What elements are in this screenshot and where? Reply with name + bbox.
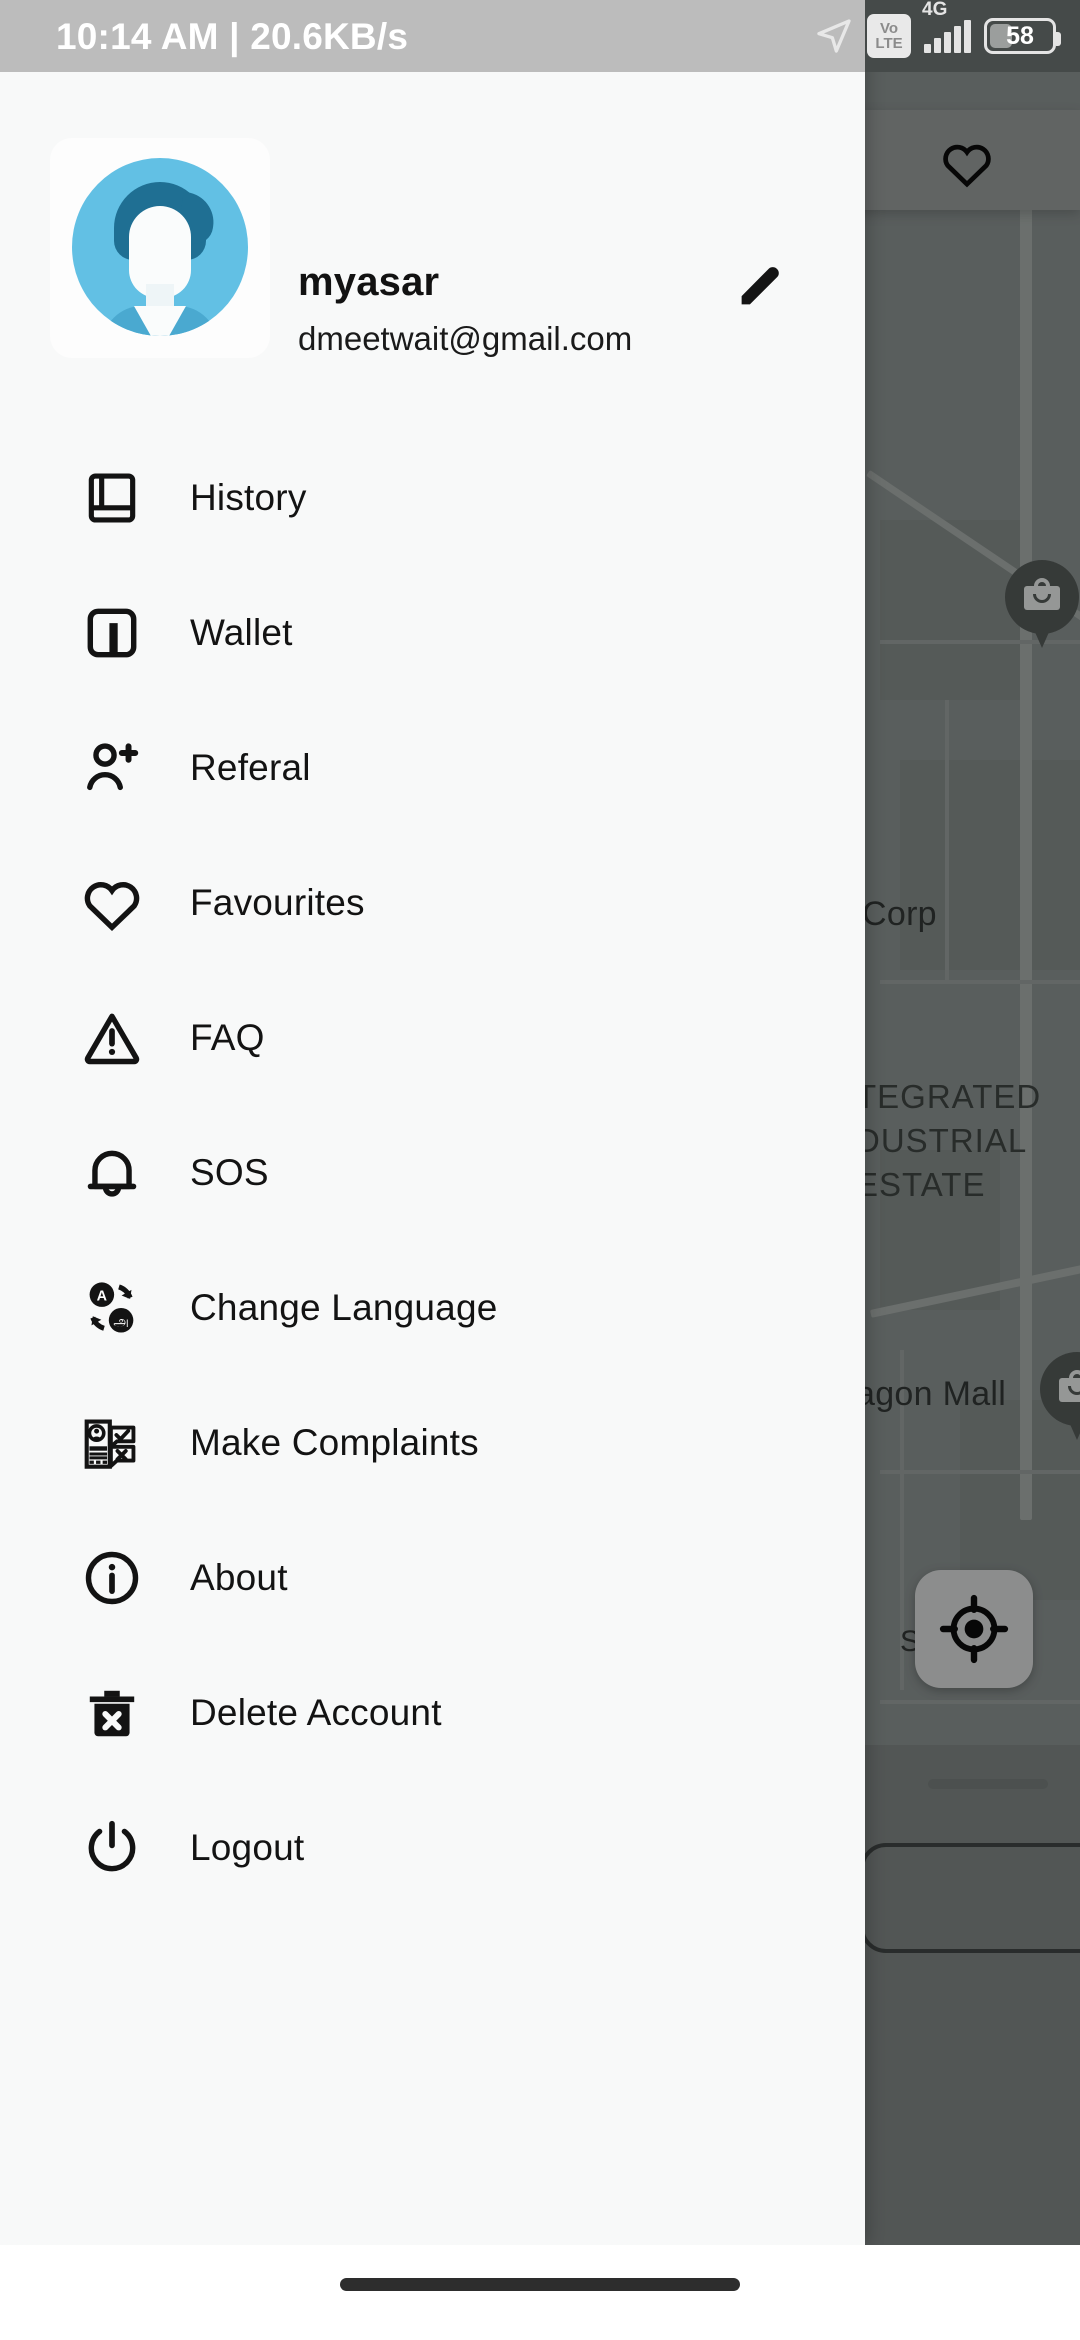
menu-label: FAQ [190, 1016, 265, 1058]
svg-text:அ: அ [113, 1313, 128, 1329]
menu-label: Logout [190, 1826, 305, 1868]
menu-label: SOS [190, 1151, 269, 1193]
profile-email: dmeetwait@gmail.com [298, 320, 633, 357]
battery-icon: 58 [984, 18, 1061, 54]
menu-item-change-language[interactable]: A அ Change Language [0, 1240, 865, 1375]
bell-icon [76, 1137, 148, 1209]
status-bar-icons: Vo LTE 4G 58 [814, 0, 1061, 72]
menu-label: Delete Account [190, 1691, 442, 1733]
battery-level-text: 58 [1006, 21, 1034, 50]
volte-top-text: Vo [879, 20, 899, 37]
menu-item-referal[interactable]: Referal [0, 700, 865, 835]
menu-label: Change Language [190, 1286, 498, 1328]
menu-item-about[interactable]: About [0, 1510, 865, 1645]
profile-name: myasar [298, 260, 440, 304]
svg-text:A: A [97, 1288, 108, 1304]
status-bar: 10:14 AM | 20.6KB/s Vo LTE 4G 58 [0, 0, 1080, 72]
menu-item-delete-account[interactable]: Delete Account [0, 1645, 865, 1780]
location-arrow-icon [814, 16, 854, 56]
avatar[interactable] [50, 138, 270, 358]
info-circle-icon [76, 1542, 148, 1614]
menu-label: Make Complaints [190, 1421, 479, 1463]
wallet-icon [76, 597, 148, 669]
complaint-document-icon [76, 1407, 148, 1479]
menu-label: History [190, 476, 307, 518]
menu-item-make-complaints[interactable]: Make Complaints [0, 1375, 865, 1510]
menu-item-faq[interactable]: FAQ [0, 970, 865, 1105]
menu-label: About [190, 1556, 288, 1598]
menu-item-logout[interactable]: Logout [0, 1780, 865, 1915]
heart-outline-icon [76, 867, 148, 939]
menu-item-favourites[interactable]: Favourites [0, 835, 865, 970]
menu-label: Favourites [190, 881, 365, 923]
person-add-icon [76, 732, 148, 804]
power-icon [76, 1812, 148, 1884]
network-type-label: 4G [922, 0, 948, 20]
menu-label: Referal [190, 746, 311, 788]
volte-icon: Vo LTE [867, 14, 911, 58]
status-bar-clock: 10:14 AM | 20.6KB/s [56, 16, 409, 57]
translate-icon: A அ [76, 1272, 148, 1344]
menu-label: Wallet [190, 611, 293, 653]
app-screen: Corp TEGRATED DUSTRIAL ESTATE agon Mall … [0, 0, 1080, 2340]
menu-item-sos[interactable]: SOS [0, 1105, 865, 1240]
navigation-drawer: myasar dmeetwait@gmail.com History Walle… [0, 0, 865, 2245]
book-icon [76, 462, 148, 534]
menu-item-history[interactable]: History [0, 430, 865, 565]
drawer-menu: History Wallet Referal Favourites FAQ SO… [0, 430, 865, 1915]
volte-bottom-text: LTE [875, 35, 903, 52]
signal-bars-icon: 4G [922, 0, 971, 53]
trash-x-icon [76, 1677, 148, 1749]
system-navigation-bar [0, 2245, 1080, 2340]
home-gesture-pill[interactable] [340, 2278, 740, 2291]
warning-triangle-icon [76, 1002, 148, 1074]
user-avatar-placeholder [72, 158, 248, 336]
edit-profile-button[interactable] [730, 254, 800, 324]
menu-item-wallet[interactable]: Wallet [0, 565, 865, 700]
profile-header[interactable]: myasar dmeetwait@gmail.com [0, 72, 865, 372]
